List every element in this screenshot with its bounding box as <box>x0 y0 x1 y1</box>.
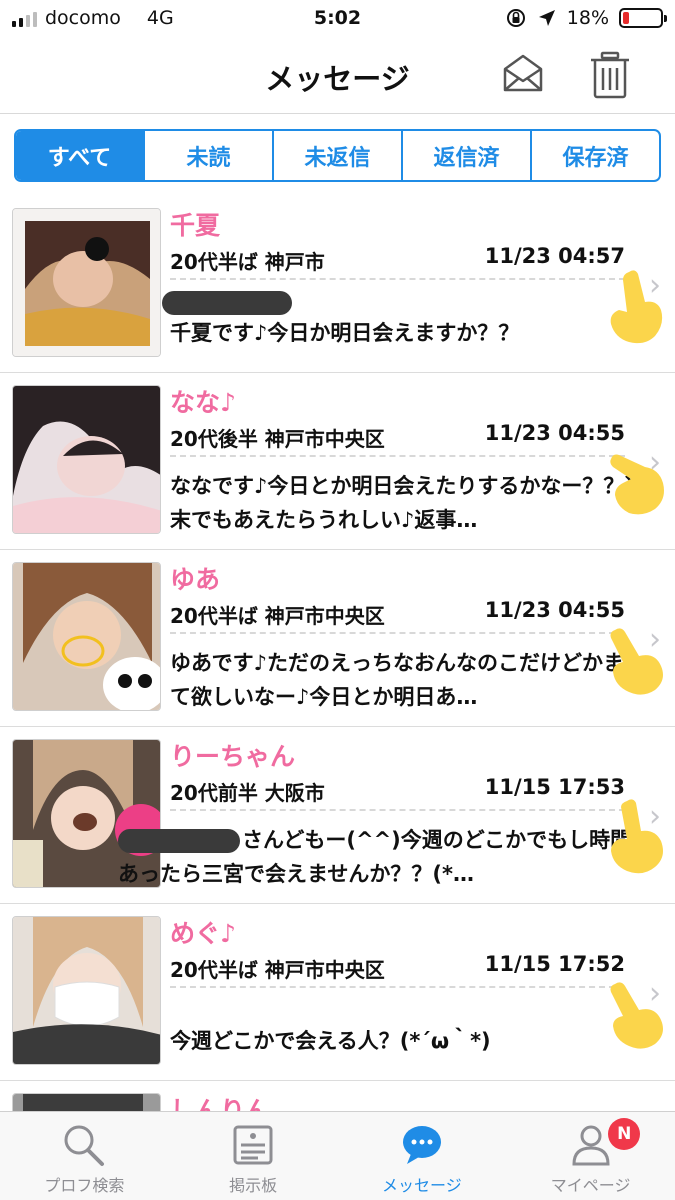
tab-profile-search[interactable]: プロフ検索 <box>0 1112 169 1200</box>
tab-label: プロフ検索 <box>44 1176 125 1195</box>
message-preview: さんどもー(^^)今週のどこかでもし時間あったら三宮で会えませんか？？(*… <box>118 823 647 891</box>
message-row[interactable]: ゆあ 20代半ば 神戸市中央区 11/23 04:55 ゆあです♪ただのえっちな… <box>0 550 675 727</box>
pointing-hand-icon <box>610 628 663 695</box>
filter-unreplied[interactable]: 未返信 <box>272 131 401 180</box>
battery-icon <box>619 8 667 28</box>
sender-name: 千夏 <box>170 211 221 240</box>
message-preview: ななです♪今日とか明日会えたりするかなー？？週末でもあえたらうれしい♪返事… <box>170 474 646 532</box>
message-row[interactable]: しんりん <box>0 1081 675 1111</box>
avatar <box>12 1093 161 1111</box>
filter-replied[interactable]: 返信済 <box>401 131 530 180</box>
trash-icon[interactable] <box>588 50 632 104</box>
divider <box>170 632 625 634</box>
filter-saved[interactable]: 保存済 <box>530 131 659 180</box>
divider <box>170 986 625 988</box>
location-arrow-icon <box>538 10 555 26</box>
avatar <box>12 208 161 357</box>
nav-bar: メッセージ <box>0 38 675 114</box>
sender-name: なな♪ <box>170 388 236 417</box>
message-row[interactable]: めぐ♪ 20代半ば 神戸市中央区 11/15 17:52 今週どこかで会える人？… <box>0 904 675 1081</box>
redaction-bar <box>118 829 240 853</box>
battery-percent: 18% <box>566 7 609 29</box>
tab-mypage[interactable]: マイページ N <box>506 1112 675 1200</box>
sender-name: ゆあ <box>170 565 221 594</box>
message-datetime: 11/23 04:55 <box>484 598 625 622</box>
person-icon <box>572 1125 610 1166</box>
sender-name: りーちゃん <box>170 742 296 771</box>
chat-bubble-icon <box>402 1126 441 1164</box>
divider <box>170 278 625 280</box>
message-datetime: 11/15 17:53 <box>484 775 625 799</box>
status-bar: docomo 4G 5:02 18% <box>0 0 675 38</box>
sender-age-location: 20代半ば 神戸市中央区 <box>170 604 385 628</box>
message-row[interactable]: なな♪ 20代後半 神戸市中央区 11/23 04:55 ななです♪今日とか明日… <box>0 373 675 550</box>
pointing-hand-icon <box>611 799 663 874</box>
filter-unread[interactable]: 未読 <box>143 131 272 180</box>
message-preview: 今週どこかで会える人？(*´ω｀*) <box>170 1029 491 1053</box>
pointing-hand-icon <box>610 982 663 1049</box>
message-list: 千夏 20代半ば 神戸市 11/23 04:57 千夏です♪今日か明日会えますか… <box>0 196 675 1111</box>
tab-messages[interactable]: メッセージ <box>338 1112 507 1200</box>
sender-name: しんりん <box>170 1096 271 1111</box>
notification-badge: N <box>608 1118 641 1150</box>
magnifier-icon <box>64 1125 105 1166</box>
message-datetime: 11/15 17:52 <box>484 952 625 976</box>
pointing-hand-icon <box>610 270 663 344</box>
sender-age-location: 20代半ば 神戸市 <box>170 250 325 274</box>
pointing-hand-icon <box>610 454 664 515</box>
message-datetime: 11/23 04:57 <box>484 244 625 268</box>
message-preview: ゆあです♪ただのえっちなおんなのこだけどかまって欲しいなー♪今日とか明日あ… <box>170 651 645 709</box>
message-row[interactable]: りーちゃん 20代前半 大阪市 11/15 17:53 さんどもー(^^)今週の… <box>0 727 675 904</box>
filter-all[interactable]: すべて <box>16 131 143 180</box>
redaction-bar <box>162 291 292 315</box>
divider <box>170 809 625 811</box>
message-row[interactable]: 千夏 20代半ば 神戸市 11/23 04:57 千夏です♪今日か明日会えますか… <box>0 196 675 373</box>
tab-label: 掲示板 <box>229 1176 278 1195</box>
tab-label: メッセージ <box>382 1176 462 1195</box>
orientation-lock-icon <box>506 9 525 27</box>
message-datetime: 11/23 04:55 <box>484 421 625 445</box>
filter-segmented-control: すべて 未読 未返信 返信済 保存済 <box>14 129 661 182</box>
avatar <box>12 916 161 1065</box>
sender-name: めぐ♪ <box>170 919 236 948</box>
board-icon <box>233 1125 273 1165</box>
avatar <box>12 385 161 534</box>
sender-age-location: 20代後半 神戸市中央区 <box>170 427 385 451</box>
tab-label: マイページ <box>550 1176 631 1195</box>
sender-age-location: 20代半ば 神戸市中央区 <box>170 958 385 982</box>
tab-bar: プロフ検索 掲示板 メッセージ マイページ N <box>0 1111 675 1200</box>
divider <box>170 455 625 457</box>
sender-age-location: 20代前半 大阪市 <box>170 781 325 805</box>
message-preview: 千夏です♪今日か明日会えますか？？ <box>170 321 520 345</box>
avatar <box>12 562 161 711</box>
tab-board[interactable]: 掲示板 <box>169 1112 338 1200</box>
page-title: メッセージ <box>265 62 410 96</box>
envelope-icon[interactable] <box>500 50 546 100</box>
